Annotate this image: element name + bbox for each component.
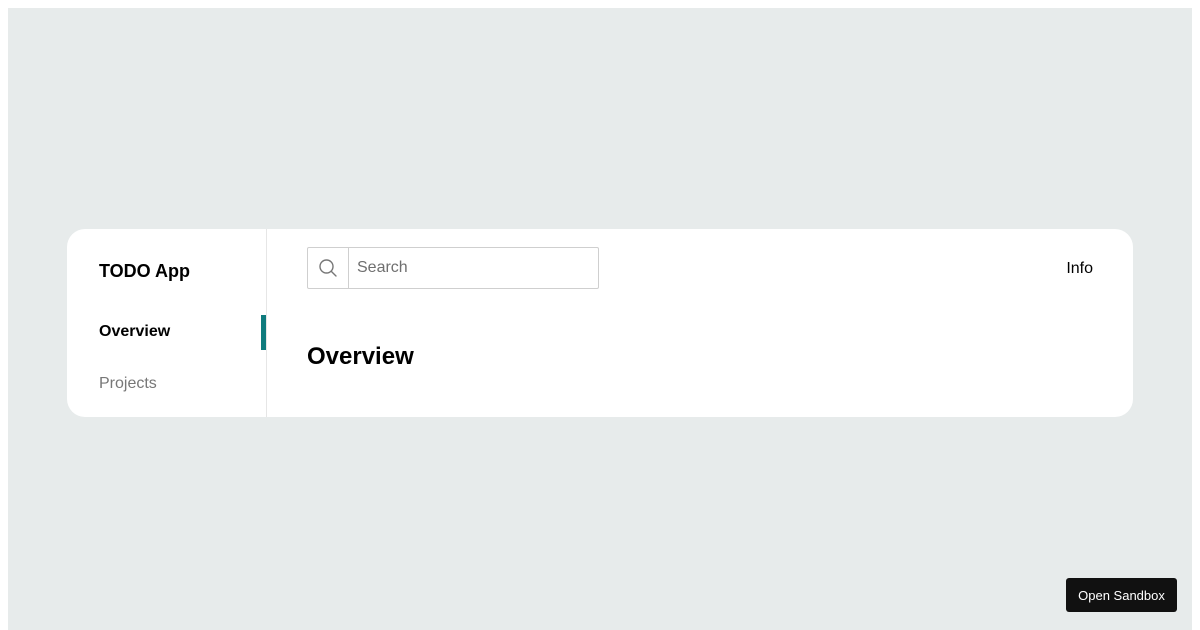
search-icon [319, 259, 337, 277]
open-sandbox-button[interactable]: Open Sandbox [1066, 578, 1177, 612]
sidebar-item-overview[interactable]: Overview [99, 323, 170, 341]
search-icon-container[interactable] [308, 248, 349, 288]
active-nav-indicator [261, 315, 266, 350]
sidebar-item-projects[interactable]: Projects [99, 375, 157, 393]
sidebar: TODO App Overview Projects [67, 229, 267, 417]
page-title: Overview [307, 343, 414, 370]
app-title: TODO App [99, 261, 190, 281]
info-link[interactable]: Info [1066, 260, 1093, 278]
page-background: TODO App Overview Projects Info Overview [8, 8, 1192, 630]
search-input[interactable] [349, 249, 593, 287]
app-card: TODO App Overview Projects Info Overview [67, 229, 1133, 417]
search-box [307, 247, 599, 289]
